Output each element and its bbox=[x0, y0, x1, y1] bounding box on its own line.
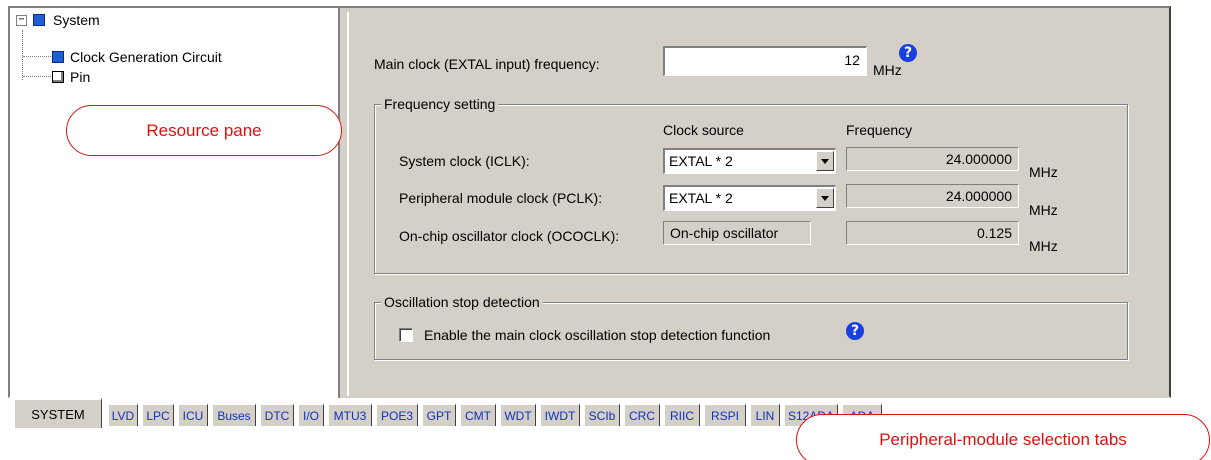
tree-connector bbox=[23, 76, 51, 77]
settings-panel: Main clock (EXTAL input) frequency: 12 M… bbox=[347, 12, 1167, 396]
help-icon[interactable]: ? bbox=[846, 322, 864, 340]
ococlk-label: On-chip oscillator clock (OCOCLK): bbox=[399, 228, 620, 244]
system-clock-frequency: 24.000000 bbox=[846, 147, 1019, 171]
tab-riic[interactable]: RIIC bbox=[664, 404, 700, 426]
tree-node-pin[interactable]: Pin bbox=[52, 68, 90, 86]
select-value: EXTAL * 2 bbox=[669, 153, 733, 169]
tree-node-label: System bbox=[51, 12, 102, 28]
tab-lvd[interactable]: LVD bbox=[108, 404, 138, 426]
osc-stop-detection-checkbox[interactable] bbox=[399, 328, 413, 342]
ococlk-source: On-chip oscillator bbox=[663, 221, 811, 245]
chevron-down-icon[interactable] bbox=[816, 188, 834, 208]
tree-node-clock-generation-circuit[interactable]: Clock Generation Circuit bbox=[52, 48, 222, 66]
peripheral-clock-label: Peripheral module clock (PCLK): bbox=[399, 190, 603, 206]
column-header-clock-source: Clock source bbox=[663, 122, 744, 138]
tab-iwdt[interactable]: IWDT bbox=[540, 404, 580, 426]
tab-dtc[interactable]: DTC bbox=[260, 404, 294, 426]
tab-cmt[interactable]: CMT bbox=[460, 404, 496, 426]
tab-lpc[interactable]: LPC bbox=[142, 404, 174, 426]
module-icon bbox=[52, 71, 64, 83]
collapse-icon[interactable]: − bbox=[16, 14, 27, 26]
main-clock-label: Main clock (EXTAL input) frequency: bbox=[374, 56, 600, 72]
tree-node-label: Pin bbox=[70, 69, 91, 85]
system-clock-source-select[interactable]: EXTAL * 2 bbox=[663, 148, 836, 174]
tab-poe3[interactable]: POE3 bbox=[376, 404, 418, 426]
column-header-frequency: Frequency bbox=[846, 122, 913, 138]
main-clock-unit: MHz bbox=[873, 62, 902, 78]
folder-icon bbox=[33, 14, 45, 26]
tree-connector bbox=[22, 30, 23, 80]
tab-gpt[interactable]: GPT bbox=[422, 404, 456, 426]
select-value: EXTAL * 2 bbox=[669, 190, 733, 206]
peripheral-clock-frequency: 24.000000 bbox=[846, 184, 1019, 208]
tab-io[interactable]: I/O bbox=[298, 404, 324, 426]
tree-node-system[interactable]: − System bbox=[16, 11, 102, 29]
ococlk-frequency: 0.125 bbox=[846, 221, 1019, 245]
tabs-callout: Peripheral-module selection tabs bbox=[796, 414, 1210, 460]
osc-stop-detection-label: Enable the main clock oscillation stop d… bbox=[424, 327, 771, 343]
peripheral-clock-source-select[interactable]: EXTAL * 2 bbox=[663, 185, 836, 211]
tab-crc[interactable]: CRC bbox=[624, 404, 660, 426]
system-clock-label: System clock (ICLK): bbox=[399, 153, 530, 169]
tab-icu[interactable]: ICU bbox=[178, 404, 208, 426]
unit-label: MHz bbox=[1029, 202, 1058, 218]
tab-lin[interactable]: LIN bbox=[750, 404, 780, 426]
unit-label: MHz bbox=[1029, 238, 1058, 254]
module-icon bbox=[52, 51, 64, 63]
tree-node-label: Clock Generation Circuit bbox=[70, 49, 222, 65]
main-clock-input[interactable]: 12 bbox=[663, 46, 867, 76]
help-icon[interactable]: ? bbox=[899, 44, 917, 62]
tab-wdt[interactable]: WDT bbox=[500, 404, 536, 426]
unit-label: MHz bbox=[1029, 164, 1058, 180]
chevron-down-icon[interactable] bbox=[816, 151, 834, 171]
tab-system[interactable]: SYSTEM bbox=[14, 398, 102, 428]
tab-rspi[interactable]: RSPI bbox=[704, 404, 746, 426]
group-title: Oscillation stop detection bbox=[381, 294, 543, 310]
tab-mtu3[interactable]: MTU3 bbox=[328, 404, 372, 426]
tree-connector bbox=[23, 56, 51, 57]
resource-pane: − System Clock Generation Circuit Pin bbox=[10, 8, 340, 398]
tab-scib[interactable]: SCIb bbox=[584, 404, 620, 426]
tab-buses[interactable]: Buses bbox=[212, 404, 256, 426]
group-title: Frequency setting bbox=[381, 96, 499, 112]
resource-pane-callout: Resource pane bbox=[66, 105, 342, 156]
